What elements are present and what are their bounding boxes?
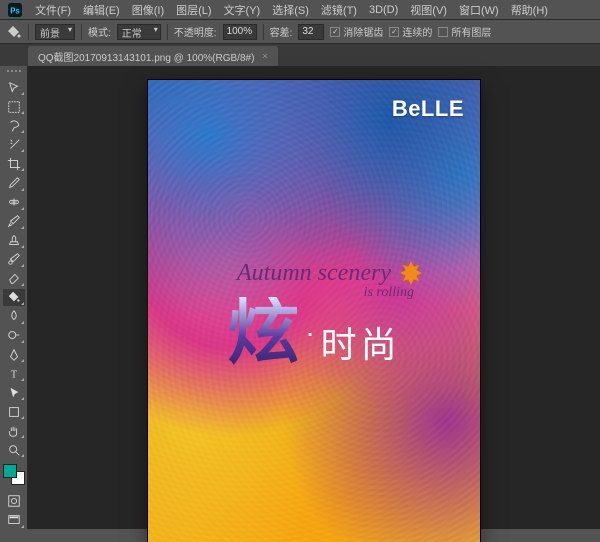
headline-block: Autumn scenery is rolling 炫 · 时尚 — [148, 260, 480, 369]
opacity-label: 不透明度: — [174, 24, 217, 39]
svg-text:Ps: Ps — [10, 6, 20, 15]
clone-stamp-tool[interactable] — [3, 232, 25, 249]
color-swatches[interactable] — [3, 464, 25, 484]
menu-layer[interactable]: 图层(L) — [171, 0, 216, 20]
app-logo-icon: Ps — [8, 3, 22, 17]
script-line: Autumn scenery — [148, 260, 480, 287]
blur-tool[interactable] — [3, 308, 25, 325]
paint-bucket-icon[interactable] — [6, 24, 22, 40]
tolerance-input[interactable] — [298, 24, 324, 40]
options-bar: 前景 模式: 正常 不透明度: 容差: ✓消除锯齿 ✓连续的 所有图层 — [0, 20, 600, 44]
marquee-tool[interactable] — [3, 98, 25, 115]
separator — [263, 24, 264, 40]
eraser-tool[interactable] — [3, 270, 25, 287]
all-layers-checkbox[interactable]: 所有图层 — [438, 24, 491, 39]
type-tool[interactable]: T — [3, 365, 25, 382]
tolerance-label: 容差: — [270, 24, 293, 39]
zoom-tool[interactable] — [3, 441, 25, 458]
menu-3d[interactable]: 3D(D) — [364, 2, 403, 18]
screen-mode-tool[interactable] — [3, 512, 25, 529]
separator — [28, 24, 29, 40]
menu-filter[interactable]: 滤镜(T) — [316, 0, 362, 20]
brand-logo-text: BeLLE — [392, 96, 464, 122]
fill-source-dropdown[interactable]: 前景 — [35, 24, 75, 40]
document-tabs: QQ截图20170913143101.png @ 100%(RGB/8#) × — [0, 44, 600, 66]
shape-tool[interactable] — [3, 403, 25, 420]
document-tab[interactable]: QQ截图20170913143101.png @ 100%(RGB/8#) × — [28, 46, 278, 66]
menu-edit[interactable]: 编辑(E) — [78, 0, 125, 20]
menu-select[interactable]: 选择(S) — [267, 0, 314, 20]
contiguous-checkbox[interactable]: ✓连续的 — [389, 24, 432, 39]
svg-text:T: T — [10, 369, 17, 380]
menu-bar: Ps 文件(F) 编辑(E) 图像(I) 图层(L) 文字(Y) 选择(S) 滤… — [0, 0, 600, 20]
foreground-color[interactable] — [3, 464, 17, 478]
pen-tool[interactable] — [3, 346, 25, 363]
antialias-checkbox[interactable]: ✓消除锯齿 — [330, 24, 383, 39]
lasso-tool[interactable] — [3, 117, 25, 134]
canvas-area[interactable]: BeLLE Autumn scenery is rolling 炫 · 时尚 — [28, 66, 600, 529]
menu-image[interactable]: 图像(I) — [127, 0, 169, 20]
main-title-line: 炫 · 时尚 — [148, 297, 480, 369]
hand-tool[interactable] — [3, 422, 25, 439]
opacity-input[interactable] — [223, 24, 257, 40]
toolbox-grip[interactable] — [4, 70, 24, 75]
thin-characters: 时尚 — [321, 316, 401, 368]
menu-window[interactable]: 窗口(W) — [454, 0, 504, 20]
document-canvas[interactable]: BeLLE Autumn scenery is rolling 炫 · 时尚 — [148, 80, 480, 542]
mode-label: 模式: — [88, 24, 111, 39]
separator — [167, 24, 168, 40]
quick-mask-tool[interactable] — [3, 493, 25, 510]
menu-help[interactable]: 帮助(H) — [506, 0, 553, 20]
separator — [81, 24, 82, 40]
history-brush-tool[interactable] — [3, 251, 25, 268]
separator-dot: · — [305, 317, 314, 349]
document-tab-title: QQ截图20170913143101.png @ 100%(RGB/8#) — [38, 49, 254, 64]
toolbox: T — [0, 66, 28, 529]
crop-tool[interactable] — [3, 155, 25, 172]
magic-wand-tool[interactable] — [3, 136, 25, 153]
path-selection-tool[interactable] — [3, 384, 25, 401]
brush-tool[interactable] — [3, 213, 25, 230]
workspace: T BeLLE Autumn scenery is rolling 炫 · — [0, 66, 600, 529]
blend-mode-dropdown[interactable]: 正常 — [117, 24, 161, 40]
dodge-tool[interactable] — [3, 327, 25, 344]
menu-type[interactable]: 文字(Y) — [219, 0, 266, 20]
move-tool[interactable] — [3, 79, 25, 96]
menu-view[interactable]: 视图(V) — [405, 0, 452, 20]
big-character: 炫 — [227, 297, 299, 369]
paint-bucket-tool[interactable] — [3, 289, 25, 306]
close-tab-icon[interactable]: × — [262, 51, 267, 61]
eyedropper-tool[interactable] — [3, 174, 25, 191]
menu-file[interactable]: 文件(F) — [30, 0, 76, 20]
healing-brush-tool[interactable] — [3, 194, 25, 211]
